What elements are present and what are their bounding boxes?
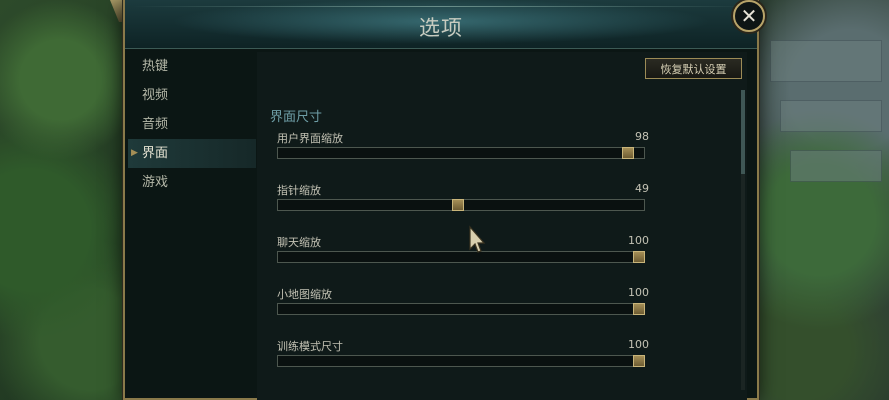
setting-label: 指针缩放 [277, 184, 321, 197]
slider-handle[interactable] [622, 147, 635, 159]
sidebar-item-label: 视频 [142, 88, 169, 103]
setting-label: 训练模式尺寸 [277, 340, 343, 353]
setting-value: 100 [628, 234, 649, 247]
content-scrollbar[interactable] [741, 90, 745, 390]
setting-value: 100 [628, 286, 649, 299]
setting-minimap-scale: 小地图缩放 100 [277, 286, 649, 320]
sidebar-item-interface[interactable]: ▶ 界面 [128, 139, 256, 168]
setting-label: 聊天缩放 [277, 236, 321, 249]
setting-ui-scale: 用户界面缩放 98 [277, 130, 649, 164]
slider-track[interactable] [277, 199, 645, 211]
active-arrow-icon: ▶ [131, 148, 138, 158]
slider-track[interactable] [277, 303, 645, 315]
close-button[interactable]: ✕ [733, 0, 765, 32]
sidebar-item-audio[interactable]: 音频 [128, 110, 256, 139]
sidebar-item-game[interactable]: 游戏 [128, 168, 256, 197]
setting-chat-scale: 聊天缩放 100 [277, 234, 649, 268]
sidebar-item-video[interactable]: 视频 [128, 81, 256, 110]
mouse-cursor-icon [469, 225, 486, 253]
slider-handle[interactable] [452, 199, 465, 211]
window-title: 选项 [419, 16, 463, 40]
slider-track[interactable] [277, 355, 645, 367]
reset-defaults-button[interactable]: 恢复默认设置 [645, 58, 742, 79]
scrollbar-thumb[interactable] [741, 90, 745, 174]
title-bar: 选项 [125, 0, 757, 49]
setting-label: 用户界面缩放 [277, 132, 343, 145]
setting-value: 98 [635, 130, 649, 143]
settings-sidebar: 热键 视频 音频 ▶ 界面 游戏 [128, 52, 256, 197]
background-stone [790, 150, 882, 182]
slider-handle[interactable] [633, 251, 645, 263]
setting-label: 小地图缩放 [277, 288, 332, 301]
setting-cursor-scale: 指针缩放 49 [277, 182, 649, 216]
sidebar-item-label: 音频 [142, 117, 169, 132]
sidebar-item-hotkeys[interactable]: 热键 [128, 52, 256, 81]
section-title: 界面尺寸 [270, 110, 323, 125]
background-stone [780, 100, 882, 132]
setting-value: 49 [635, 182, 649, 195]
sidebar-item-label: 界面 [142, 146, 169, 161]
setting-value: 100 [628, 338, 649, 351]
slider-handle[interactable] [633, 303, 645, 315]
options-window: 选项 热键 视频 音频 ▶ 界面 游戏 恢复默认设置 界面尺寸 用户界面缩放 9… [123, 0, 759, 400]
background-stone [770, 40, 882, 82]
slider-track[interactable] [277, 147, 645, 159]
slider-track[interactable] [277, 251, 645, 263]
sidebar-item-label: 游戏 [142, 175, 169, 190]
settings-content: 恢复默认设置 界面尺寸 用户界面缩放 98 指针缩放 49 聊天缩放 100 小… [257, 52, 747, 400]
setting-practice-mode-size: 训练模式尺寸 100 [277, 338, 649, 372]
slider-handle[interactable] [633, 355, 645, 367]
sidebar-item-label: 热键 [142, 59, 169, 74]
